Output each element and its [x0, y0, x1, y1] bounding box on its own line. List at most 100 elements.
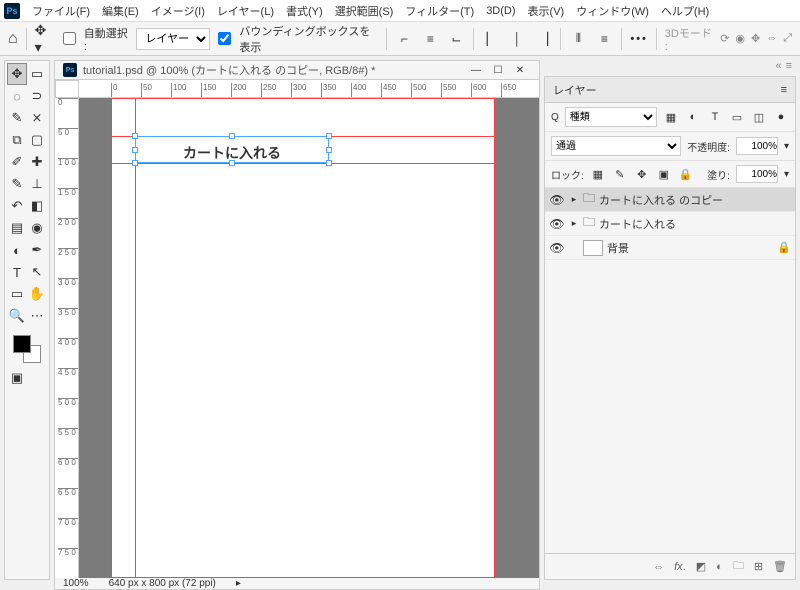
eyedropper-tool[interactable]: ✐	[7, 151, 27, 173]
history-brush-tool[interactable]: ↶	[7, 195, 27, 217]
link-layers-icon[interactable]: ⇔	[653, 561, 664, 573]
stamp-tool[interactable]: ⊥	[27, 173, 47, 195]
visibility-icon[interactable]: 👁	[549, 193, 565, 207]
ruler-origin[interactable]	[55, 80, 79, 98]
align-top-icon[interactable]: ⌐	[395, 29, 413, 49]
guide-line[interactable]	[111, 98, 112, 578]
home-icon[interactable]: ⌂	[8, 30, 18, 48]
menu-type[interactable]: 書式(Y)	[280, 1, 329, 21]
gradient-tool[interactable]: ▤	[7, 217, 27, 239]
panel-menu-icon[interactable]: ≡	[786, 60, 792, 76]
layer-item[interactable]: 👁 ▸ 🗀 カートに入れる のコピー	[545, 188, 795, 212]
type-tool[interactable]: T	[7, 261, 27, 283]
filter-toggle-icon[interactable]: ●	[773, 109, 789, 125]
guide-line[interactable]	[111, 163, 495, 164]
transform-handle[interactable]	[326, 160, 332, 166]
transform-handle[interactable]	[229, 160, 235, 166]
eraser-tool[interactable]: ◧	[27, 195, 47, 217]
minimize-button[interactable]: —	[465, 61, 487, 79]
align-vcenter-icon[interactable]: ≡	[421, 29, 439, 49]
quick-select-tool[interactable]: ✎	[7, 107, 27, 129]
blur-tool[interactable]: ◉	[27, 217, 47, 239]
transform-handle[interactable]	[132, 147, 138, 153]
lock-all-icon[interactable]: 🔒	[678, 166, 694, 182]
dodge-tool[interactable]: ◐	[7, 239, 27, 261]
layer-name[interactable]: 背景	[607, 240, 773, 256]
distribute-v-icon[interactable]: ≡	[595, 29, 613, 49]
visibility-icon[interactable]: 👁	[549, 217, 565, 231]
dropdown-icon[interactable]: ▾	[784, 141, 789, 152]
transform-handle[interactable]	[229, 133, 235, 139]
layer-fx-icon[interactable]: fx.	[674, 561, 686, 573]
adjustment-layer-icon[interactable]: ◐	[716, 561, 723, 573]
layer-item[interactable]: 👁 ▸ 🗀 カートに入れる	[545, 212, 795, 236]
layer-name[interactable]: カートに入れる	[599, 216, 791, 232]
3d-roll-icon[interactable]: ◉	[735, 32, 745, 45]
align-bottom-icon[interactable]: ⌙	[447, 29, 465, 49]
artboard-tool[interactable]: ▭	[27, 63, 47, 85]
new-group-icon[interactable]: 🗀	[733, 557, 744, 576]
visibility-icon[interactable]: 👁	[549, 241, 565, 255]
guide-line[interactable]	[111, 98, 495, 99]
maximize-button[interactable]: ☐	[487, 61, 509, 79]
align-right-icon[interactable]: ▕	[534, 29, 552, 49]
filter-adjust-icon[interactable]: ◐	[685, 109, 701, 125]
lock-icon[interactable]: 🔒	[777, 241, 791, 254]
disclosure-icon[interactable]: ▸	[569, 218, 579, 229]
crop-tool[interactable]: ⧉	[7, 129, 27, 151]
menu-3d[interactable]: 3D(D)	[480, 3, 521, 19]
auto-select-checkbox[interactable]	[63, 32, 76, 45]
canvas[interactable]: カートに入れる	[111, 98, 495, 578]
frame-tool[interactable]: ▢	[27, 129, 47, 151]
color-swatches[interactable]	[7, 331, 47, 367]
menu-select[interactable]: 選択範囲(S)	[329, 1, 400, 21]
menu-file[interactable]: ファイル(F)	[26, 1, 96, 21]
3d-pan-icon[interactable]: ✥	[751, 32, 760, 45]
ruler-vertical[interactable]: 05 01 0 01 5 02 0 02 5 03 0 03 5 04 0 04…	[55, 98, 79, 578]
panel-menu-icon[interactable]: ≡	[781, 84, 787, 96]
canvas-viewport[interactable]: カートに入れる	[79, 98, 539, 578]
menu-view[interactable]: 表示(V)	[522, 1, 571, 21]
filter-type-icon[interactable]: T	[707, 109, 723, 125]
close-button[interactable]: ✕	[509, 61, 531, 79]
magic-wand-tool[interactable]: ⨯	[27, 107, 47, 129]
3d-slide-icon[interactable]: ⇔	[766, 32, 777, 45]
layer-name[interactable]: カートに入れる のコピー	[599, 192, 791, 208]
menu-image[interactable]: イメージ(I)	[145, 1, 211, 21]
move-tool[interactable]: ✥	[7, 63, 27, 85]
marquee-tool[interactable]: ◌	[7, 85, 27, 107]
lock-pos-icon[interactable]: ✥	[634, 166, 650, 182]
filter-shape-icon[interactable]: ▭	[729, 109, 745, 125]
layer-mask-icon[interactable]: ◩	[696, 560, 706, 573]
align-hcenter-icon[interactable]: │	[508, 29, 526, 49]
show-bbox-checkbox[interactable]	[218, 32, 231, 45]
screen-mode-tool[interactable]: ▣	[7, 367, 27, 389]
transform-bounding-box[interactable]: カートに入れる	[135, 136, 329, 163]
path-select-tool[interactable]: ↖	[27, 261, 47, 283]
menu-edit[interactable]: 編集(E)	[96, 1, 145, 21]
layer-item[interactable]: 👁 背景 🔒	[545, 236, 795, 260]
auto-select-dropdown[interactable]: レイヤー	[136, 28, 210, 50]
pen-tool[interactable]: ✒	[27, 239, 47, 261]
menu-help[interactable]: ヘルプ(H)	[655, 1, 715, 21]
layer-kind-filter[interactable]: 種類	[565, 107, 657, 127]
rectangle-tool[interactable]: ▭	[7, 283, 27, 305]
lock-paint-icon[interactable]: ✎	[612, 166, 628, 182]
guide-line[interactable]	[494, 98, 495, 578]
lock-artboard-icon[interactable]: ▣	[656, 166, 672, 182]
align-left-icon[interactable]: ▏	[482, 29, 500, 49]
document-titlebar[interactable]: Ps tutorial1.psd @ 100% (カートに入れる のコピー, R…	[54, 60, 540, 79]
3d-scale-icon[interactable]: ⤢	[783, 32, 792, 45]
filter-smart-icon[interactable]: ◫	[751, 109, 767, 125]
zoom-tool[interactable]: 🔍	[7, 305, 27, 327]
guide-line[interactable]	[111, 577, 495, 578]
transform-handle[interactable]	[326, 147, 332, 153]
3d-orbit-icon[interactable]: ⟳	[720, 32, 729, 45]
overflow-icon[interactable]: •••	[630, 33, 648, 45]
foreground-color-swatch[interactable]	[13, 335, 31, 353]
menu-window[interactable]: ウィンドウ(W)	[570, 1, 655, 21]
edit-toolbar[interactable]: ⋯	[27, 305, 47, 327]
new-layer-icon[interactable]: ⊞	[754, 560, 763, 573]
transform-handle[interactable]	[326, 133, 332, 139]
distribute-h-icon[interactable]: ⫴	[569, 29, 587, 49]
